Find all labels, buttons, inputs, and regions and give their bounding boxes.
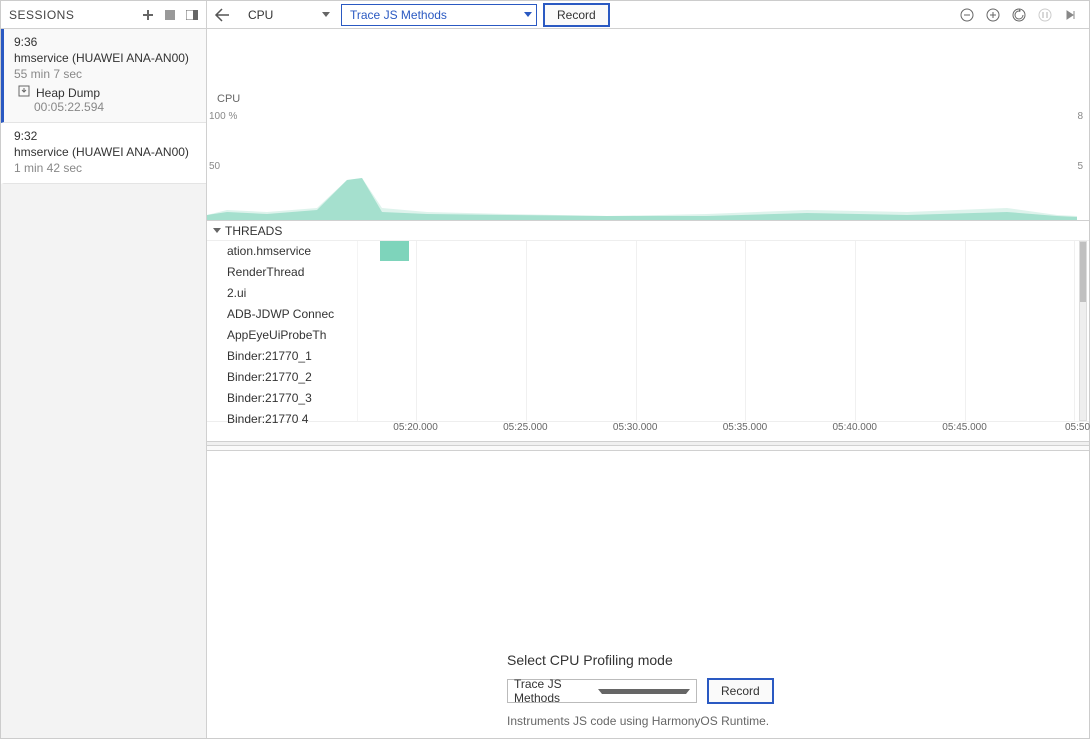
chevron-down-icon (322, 12, 330, 17)
sessions-header: SESSIONS (1, 1, 206, 29)
session-duration: 55 min 7 sec (14, 67, 198, 81)
resize-handle[interactable] (207, 445, 1089, 451)
heap-dump-timestamp: 00:05:22.594 (14, 100, 198, 114)
thread-row[interactable]: 2.ui (227, 283, 357, 304)
zoom-in-button[interactable] (983, 5, 1003, 25)
go-live-button[interactable] (1061, 5, 1081, 25)
toggle-panel-button[interactable] (182, 5, 202, 25)
sessions-toolbar (138, 5, 206, 25)
profiling-mode-title: Select CPU Profiling mode (507, 652, 673, 668)
trace-method-value: Trace JS Methods (350, 8, 447, 22)
thread-row[interactable]: AppEyeUiProbeTh (227, 325, 357, 346)
record-button[interactable]: Record (543, 3, 610, 27)
thread-row[interactable]: Binder:21770_1 (227, 346, 357, 367)
session-heap-dump[interactable]: Heap Dump (14, 81, 198, 100)
timeline-canvas: 05:20.000 05:25.000 05:30.000 05:35.000 … (357, 422, 1089, 441)
profiling-record-button[interactable]: Record (707, 678, 774, 704)
profiling-mode-panel: Select CPU Profiling mode Trace JS Metho… (207, 442, 1089, 738)
profiler-toolbar: CPU Trace JS Methods Record (207, 1, 1089, 29)
main-area: CPU Trace JS Methods Record (207, 1, 1089, 738)
threads-scrollbar[interactable] (1079, 241, 1087, 421)
profiler-type-combo[interactable]: CPU (239, 4, 335, 26)
threads-section: THREADS ation.hmservice RenderThread 2.u… (207, 221, 1089, 442)
thread-row[interactable]: Binder:21770_3 (227, 388, 357, 409)
collapse-icon (213, 228, 221, 233)
profiling-mode-value: Trace JS Methods (514, 677, 598, 705)
chevron-down-icon (524, 12, 532, 17)
back-button[interactable] (211, 4, 233, 26)
thread-row[interactable]: ation.hmservice (227, 241, 357, 262)
cpu-area-chart (207, 120, 1077, 220)
stop-session-button[interactable] (160, 5, 180, 25)
heap-dump-label: Heap Dump (36, 86, 100, 100)
profiling-mode-controls: Trace JS Methods Record (507, 678, 774, 704)
timeline-tick: 05:35.000 (723, 422, 768, 433)
cpu-chart[interactable]: CPU 100 % 50 8 5 (207, 29, 1089, 221)
thread-activity-canvas[interactable] (357, 241, 1089, 421)
thread-list: ation.hmservice RenderThread 2.ui ADB-JD… (207, 241, 357, 421)
threads-body: ation.hmservice RenderThread 2.ui ADB-JD… (207, 241, 1089, 421)
session-duration: 1 min 42 sec (14, 161, 198, 175)
session-time: 9:36 (14, 35, 198, 49)
y-axis-right-tick: 8 (1077, 111, 1083, 122)
timeline-tick: 05:25.000 (503, 422, 548, 433)
threads-header[interactable]: THREADS (207, 221, 1089, 241)
session-time: 9:32 (14, 129, 198, 143)
timeline-tick: 05:30.000 (613, 422, 658, 433)
timeline-tick: 05:45.000 (942, 422, 987, 433)
timeline-tick: 05:50.0 (1065, 422, 1090, 433)
thread-row[interactable]: ADB-JDWP Connec (227, 304, 357, 325)
thread-row[interactable]: Binder:21770_2 (227, 367, 357, 388)
sessions-panel: SESSIONS 9:36 hmservice (HUAWEI ANA-AN00… (1, 1, 207, 738)
session-name: hmservice (HUAWEI ANA-AN00) (14, 145, 198, 159)
zoom-controls (957, 5, 1085, 25)
profiler-type-value: CPU (248, 8, 273, 22)
threads-title: THREADS (225, 224, 282, 238)
trace-method-combo[interactable]: Trace JS Methods (341, 4, 537, 26)
record-label: Record (557, 8, 596, 22)
add-session-button[interactable] (138, 5, 158, 25)
reset-zoom-button[interactable] (1009, 5, 1029, 25)
y-axis-right-tick: 5 (1077, 161, 1083, 172)
session-item[interactable]: 9:32 hmservice (HUAWEI ANA-AN00) 1 min 4… (1, 123, 206, 184)
session-name: hmservice (HUAWEI ANA-AN00) (14, 51, 198, 65)
profiling-mode-description: Instruments JS code using HarmonyOS Runt… (507, 714, 769, 728)
cpu-chart-label: CPU (217, 93, 240, 105)
session-item[interactable]: 9:36 hmservice (HUAWEI ANA-AN00) 55 min … (1, 29, 206, 123)
timeline-tick: 05:20.000 (393, 422, 438, 433)
pause-button (1035, 5, 1055, 25)
thread-row[interactable]: Binder:21770 4 (227, 409, 357, 430)
timeline-tick: 05:40.000 (833, 422, 878, 433)
thread-row[interactable]: RenderThread (227, 262, 357, 283)
heap-dump-icon (18, 85, 30, 100)
zoom-out-button[interactable] (957, 5, 977, 25)
record-label: Record (721, 684, 760, 698)
profiling-mode-combo[interactable]: Trace JS Methods (507, 679, 697, 703)
sessions-title: SESSIONS (1, 8, 138, 22)
chevron-down-icon (598, 689, 690, 694)
